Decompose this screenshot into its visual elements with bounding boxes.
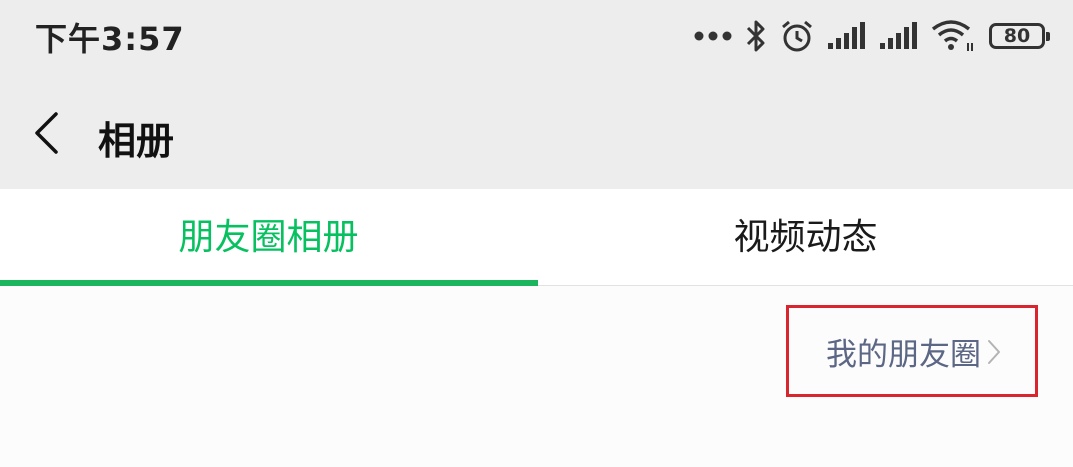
album-content: 我的朋友圈 bbox=[0, 286, 1073, 467]
signal-icon bbox=[827, 21, 867, 51]
more-dots-icon bbox=[693, 30, 733, 42]
status-time: 下午3:57 bbox=[35, 20, 185, 58]
my-moments-label: 我的朋友圈 bbox=[826, 337, 981, 373]
my-moments-link[interactable]: 我的朋友圈 bbox=[826, 329, 1001, 374]
status-icons: 80 bbox=[681, 14, 1050, 58]
chevron-left-icon bbox=[35, 112, 58, 154]
back-button[interactable] bbox=[20, 106, 74, 160]
tab-moments-album[interactable]: 朋友圈相册 bbox=[0, 189, 537, 286]
app-header: 相册 bbox=[0, 76, 1073, 189]
bluetooth-icon bbox=[745, 18, 767, 54]
tab-video-moments-label: 视频动态 bbox=[733, 216, 878, 258]
page-title: 相册 bbox=[98, 119, 175, 163]
status-bar: 下午3:57 80 bbox=[0, 0, 1073, 76]
wifi-icon bbox=[931, 19, 975, 53]
alarm-icon bbox=[779, 18, 815, 54]
tab-moments-album-label: 朋友圈相册 bbox=[178, 216, 359, 258]
battery-icon: 80 bbox=[989, 23, 1050, 49]
chevron-right-icon bbox=[987, 339, 1001, 365]
tab-video-moments[interactable]: 视频动态 bbox=[537, 189, 1073, 286]
signal-icon bbox=[879, 21, 919, 51]
tab-bar: 朋友圈相册 视频动态 bbox=[0, 189, 1073, 286]
